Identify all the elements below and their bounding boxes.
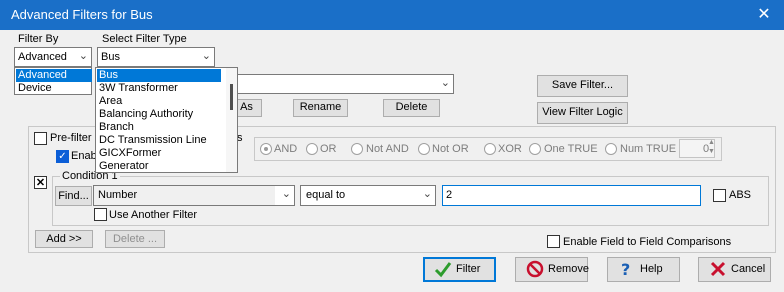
filter-by-label: Filter By (18, 33, 59, 45)
filter-type-option[interactable]: GICXFormer (97, 147, 161, 160)
prefilter-label: Pre-filter (50, 132, 92, 144)
chevron-down-icon: ⌄ (440, 77, 450, 89)
radio-num-true-label: Num TRUE (620, 143, 677, 155)
num-true-spinner[interactable]: 0 ▲ ▼ (679, 139, 715, 158)
radio-and-label: AND (274, 143, 298, 155)
filter-type-select[interactable]: Bus ⌄ (97, 47, 215, 67)
operator-select[interactable]: equal to ⌄ (300, 185, 436, 206)
remove-button[interactable]: Remove (515, 257, 589, 282)
prefilter-checkbox[interactable] (34, 132, 47, 145)
use-another-filter-checkbox[interactable] (94, 208, 107, 221)
abs-label: ABS (729, 189, 752, 201)
chevron-down-icon: ⌄ (281, 188, 291, 200)
radio-not-and[interactable] (351, 143, 363, 155)
field-value: Number (98, 189, 138, 201)
delete-condition-button[interactable]: Delete ... (105, 230, 165, 248)
delete-button[interactable]: Delete (383, 99, 440, 117)
filter-name-select[interactable]: ⌄ (232, 74, 454, 94)
radio-or-label: OR (320, 143, 337, 155)
field-to-field-label: Enable Field to Field Comparisons (563, 236, 732, 248)
field-select[interactable]: Number ⌄ (93, 185, 295, 206)
filter-type-option[interactable]: DC Transmission Line (97, 134, 207, 147)
filter-type-dropdown: Bus 3W Transformer Area Balancing Author… (95, 67, 238, 173)
view-filter-logic-button[interactable]: View Filter Logic (537, 102, 628, 124)
radio-and[interactable] (260, 143, 272, 155)
chevron-down-icon: ⌄ (201, 50, 211, 62)
filter-by-select[interactable]: Advanced ⌄ (14, 47, 92, 67)
help-button[interactable]: ? Help (607, 257, 680, 282)
chevron-down-icon: ⌄ (78, 50, 88, 62)
radio-not-or[interactable] (418, 143, 430, 155)
chevron-down-icon: ⌄ (422, 188, 432, 200)
filter-by-option[interactable]: Advanced (16, 69, 92, 82)
window-title: Advanced Filters for Bus (11, 7, 153, 22)
cancel-x-icon (710, 261, 726, 277)
field-to-field-checkbox[interactable] (547, 235, 560, 248)
enable-checkbox[interactable]: ✓ (56, 150, 69, 163)
filter-by-value: Advanced (18, 51, 67, 63)
value-input[interactable]: 2 (442, 185, 701, 206)
filter-button[interactable]: Filter (423, 257, 496, 282)
filter-by-option[interactable]: Device (16, 82, 92, 95)
checkmark-icon (434, 262, 452, 278)
radio-not-and-label: Not AND (366, 143, 409, 155)
no-entry-icon (526, 260, 544, 278)
value-text: 2 (446, 189, 453, 201)
spin-up-icon[interactable]: ▲ (708, 139, 715, 146)
radio-num-true[interactable] (605, 143, 617, 155)
save-filter-button[interactable]: Save Filter... (537, 75, 628, 97)
remove-condition-icon[interactable]: ✕ (34, 176, 47, 189)
cancel-button[interactable]: Cancel (698, 257, 771, 282)
radio-xor-label: XOR (498, 143, 522, 155)
rename-button[interactable]: Rename (293, 99, 348, 117)
filter-type-label: Select Filter Type (102, 33, 187, 45)
add-condition-button[interactable]: Add >> (35, 230, 93, 248)
abs-checkbox[interactable] (713, 189, 726, 202)
help-icon: ? (621, 260, 630, 278)
scrollbar-thumb[interactable] (230, 84, 233, 110)
filter-type-option[interactable]: 3W Transformer (97, 82, 178, 95)
find-button[interactable]: Find... (55, 186, 92, 206)
dropdown-scrollbar[interactable] (226, 68, 237, 172)
radio-xor[interactable] (484, 143, 496, 155)
filter-by-dropdown: Advanced Device (14, 67, 92, 95)
spin-down-icon[interactable]: ▼ (708, 148, 715, 155)
filter-type-option[interactable]: Area (97, 95, 122, 108)
filter-type-option[interactable]: Generator (97, 160, 149, 173)
radio-one-true-label: One TRUE (544, 143, 598, 155)
radio-not-or-label: Not OR (432, 143, 469, 155)
operator-value: equal to (306, 189, 346, 201)
filter-type-option[interactable]: Balancing Authority (97, 108, 193, 121)
close-icon[interactable]: ✕ (752, 3, 776, 27)
filter-type-value: Bus (101, 51, 120, 63)
radio-one-true[interactable] (529, 143, 541, 155)
radio-or[interactable] (306, 143, 318, 155)
filter-type-option[interactable]: Bus (97, 69, 221, 82)
use-another-filter-label: Use Another Filter (109, 209, 198, 221)
filter-type-option[interactable]: Branch (97, 121, 134, 134)
svg-text:?: ? (621, 260, 630, 278)
